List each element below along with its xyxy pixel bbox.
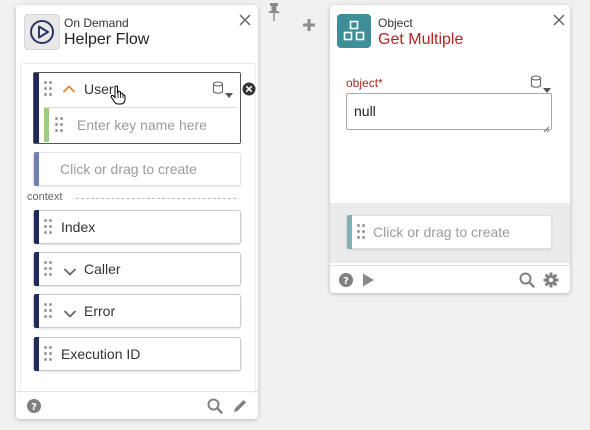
context-divider	[76, 198, 236, 199]
card-subtitle: On Demand	[64, 16, 129, 30]
card-footer: ?	[330, 265, 570, 293]
pin-icon[interactable]	[267, 3, 281, 23]
chevron-up-icon[interactable]	[62, 82, 76, 94]
context-item-label: Index	[61, 219, 96, 235]
context-item-caller[interactable]: Caller	[33, 252, 241, 286]
object-field-value: null	[354, 103, 376, 119]
search-icon[interactable]	[207, 398, 223, 414]
help-icon[interactable]: ?	[338, 272, 354, 288]
play-icon[interactable]	[360, 272, 376, 288]
user-parameter-block[interactable]: User Enter key name here	[33, 72, 241, 144]
help-icon[interactable]: ?	[26, 398, 42, 414]
resize-handle[interactable]	[542, 120, 550, 133]
context-item-execution-id[interactable]: Execution ID	[33, 337, 241, 371]
drag-handle[interactable]	[44, 219, 52, 235]
card-title: Get Multiple	[378, 31, 464, 48]
card-title: Helper Flow	[64, 31, 150, 48]
drag-handle[interactable]	[44, 346, 52, 362]
close-icon[interactable]	[552, 13, 566, 27]
get-multiple-card: Object Get Multiple object* null Click o…	[330, 5, 570, 293]
create-slot-label: Click or drag to create	[60, 161, 197, 177]
object-field-input[interactable]: null	[346, 93, 552, 133]
context-label: context	[27, 191, 63, 203]
chevron-down-icon[interactable]	[225, 86, 233, 98]
play-circle-icon	[24, 14, 60, 50]
grid-blocks-icon	[337, 14, 371, 48]
card-header: Object Get Multiple	[330, 5, 570, 59]
database-icon[interactable]	[212, 81, 224, 95]
chevron-down-icon[interactable]	[63, 306, 77, 318]
search-icon[interactable]	[519, 272, 535, 288]
svg-text:?: ?	[343, 276, 349, 287]
close-icon[interactable]	[238, 13, 252, 27]
card-footer: ?	[16, 391, 258, 419]
context-item-label: Execution ID	[61, 346, 141, 362]
context-item-label: Error	[84, 303, 116, 319]
drag-handle[interactable]	[44, 303, 52, 319]
key-name-input[interactable]: Enter key name here	[44, 107, 236, 142]
create-slot[interactable]: Click or drag to create	[33, 152, 241, 186]
gear-icon[interactable]	[543, 272, 559, 288]
pencil-icon[interactable]	[232, 398, 248, 414]
create-slot[interactable]: Click or drag to create	[346, 215, 552, 249]
remove-circle-icon[interactable]	[242, 82, 256, 96]
database-icon[interactable]	[530, 75, 542, 89]
chevron-down-icon[interactable]	[63, 264, 77, 276]
drag-handle[interactable]	[55, 117, 63, 133]
create-slot-label: Click or drag to create	[373, 224, 510, 240]
plus-icon[interactable]	[302, 18, 316, 32]
card-header: On Demand Helper Flow	[16, 5, 258, 59]
drag-handle[interactable]	[44, 261, 52, 277]
drag-handle[interactable]	[357, 224, 365, 240]
object-field-label: object*	[346, 76, 383, 90]
key-name-placeholder: Enter key name here	[77, 117, 207, 133]
chevron-down-icon[interactable]	[543, 81, 551, 93]
context-item-index[interactable]: Index	[33, 210, 241, 244]
drag-handle[interactable]	[44, 81, 52, 97]
context-item-error[interactable]: Error	[33, 294, 241, 328]
card-subtitle: Object	[378, 16, 413, 30]
helper-flow-card: On Demand Helper Flow User Enter key nam…	[16, 5, 258, 419]
hand-cursor-icon	[110, 85, 126, 105]
svg-text:?: ?	[31, 402, 37, 413]
context-item-label: Caller	[84, 261, 121, 277]
